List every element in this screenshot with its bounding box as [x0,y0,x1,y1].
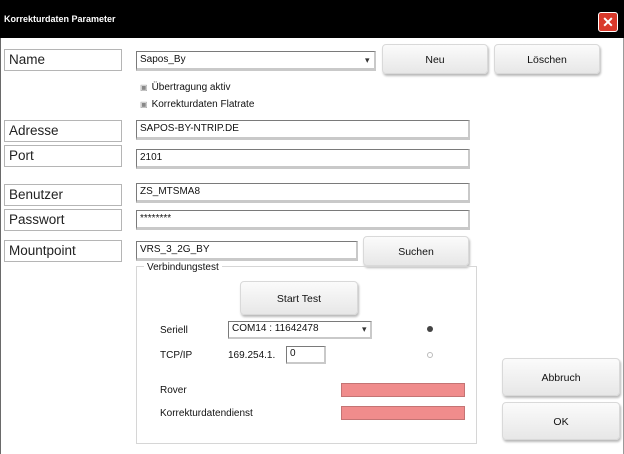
adresse-field[interactable]: SAPOS-BY-NTRIP.DE [136,120,470,140]
loeschen-button[interactable]: Löschen [494,44,600,74]
close-icon[interactable]: ✕ [598,12,618,32]
chevron-down-icon[interactable]: ▾ [362,324,367,335]
korrekturdienst-label: Korrekturdatendienst [160,408,253,419]
suchen-button[interactable]: Suchen [363,236,469,266]
korrekturdienst-status-indicator [341,406,465,420]
port-field[interactable]: 2101 [136,149,470,169]
label-port: Port [4,145,122,167]
seriell-combobox-value: COM14 : 11642478 [232,323,319,334]
chevron-down-icon[interactable]: ▾ [365,55,370,66]
seriell-radio[interactable] [427,326,433,332]
neu-button[interactable]: Neu [382,44,488,74]
ok-button[interactable]: OK [502,402,620,440]
tcpip-label: TCP/IP [160,350,193,361]
rover-status-indicator [341,383,465,397]
rover-label: Rover [160,385,187,396]
name-combobox-value: Sapos_By [140,54,186,65]
benutzer-field[interactable]: ZS_MTSMA8 [136,183,470,203]
tcpip-radio[interactable] [427,352,433,358]
label-benutzer: Benutzer [4,184,122,206]
label-passwort: Passwort [4,209,122,231]
label-mountpoint: Mountpoint [4,240,122,262]
abbruch-button[interactable]: Abbruch [502,358,620,396]
flatrate-label: Korrekturdaten Flatrate [151,99,255,110]
name-combobox[interactable]: Sapos_By [136,51,376,71]
checkmark-icon: ▣ [140,83,148,92]
label-name: Name [4,49,122,71]
label-adresse: Adresse [4,120,122,142]
flatrate-checkbox[interactable]: ▣ Korrekturdaten Flatrate [140,99,254,110]
seriell-label: Seriell [160,325,188,336]
window-title: Korrekturdaten Parameter [4,14,116,24]
checkmark-icon: ▣ [140,100,148,109]
tcpip-prefix: 169.254.1. [228,350,276,361]
seriell-combobox[interactable]: COM14 : 11642478 [228,321,372,339]
passwort-field[interactable]: ******** [136,210,470,230]
mountpoint-field[interactable]: VRS_3_2G_BY [136,241,358,261]
tcpip-field[interactable]: 0 [286,346,326,364]
verbindungstest-title: Verbindungstest [144,262,222,273]
uebertragung-checkbox[interactable]: ▣ Übertragung aktiv [140,82,231,93]
uebertragung-label: Übertragung aktiv [151,82,231,93]
start-test-button[interactable]: Start Test [240,281,358,315]
